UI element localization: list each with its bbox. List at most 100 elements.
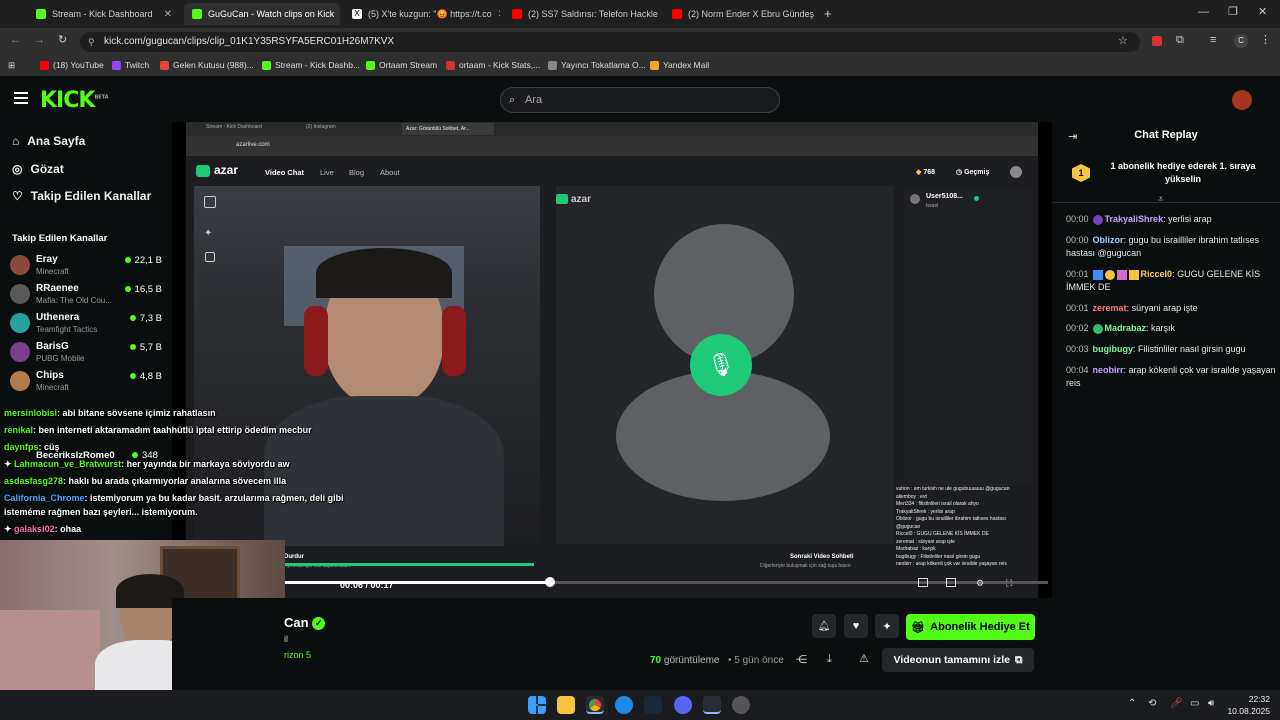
clip-video-player[interactable]: Stream - Kick Dashboard (2) Instagram Az… [172, 122, 1052, 598]
browser-tab[interactable]: Stream - Kick Dashboard ✕ [28, 3, 180, 25]
chat-username[interactable]: Oblizor [1093, 235, 1124, 245]
obs-icon[interactable] [703, 696, 721, 714]
close-icon[interactable]: ✕ [164, 9, 172, 20]
watch-full-video-button[interactable]: Videonun tamamını izle ⧉ [882, 648, 1034, 672]
kick-icon [262, 60, 271, 70]
browser-tab[interactable]: (2) SS7 Saldırısı: Telefon Hackle ✕ [504, 3, 660, 25]
azar-icon [196, 164, 210, 177]
inner-url: azarlive.com [236, 142, 270, 148]
channel-title[interactable]: Can ✓ [284, 615, 326, 631]
browser-tab[interactable]: X (5) X'te kuzgun: "😡 https://t.co ✕ [344, 3, 500, 25]
notification-bell-button[interactable]: 🔔︎ [812, 614, 836, 638]
fullscreen-icon[interactable]: ⛶ [1006, 578, 1012, 589]
remote-country: Israel [926, 203, 939, 209]
followed-channel[interactable]: Uthenera Teamfight Tactics 7,3 B [10, 309, 162, 337]
app-icon[interactable] [732, 696, 750, 714]
steam-icon[interactable] [644, 696, 662, 714]
reload-icon[interactable]: ↻ [58, 33, 67, 46]
pip-icon[interactable] [946, 578, 956, 587]
apps-grid-icon[interactable]: ⊞ [8, 60, 15, 71]
expand-leaderboard-icon[interactable]: ⩡ [1158, 194, 1164, 205]
badge-icon [1104, 269, 1115, 280]
extension-icon[interactable] [1152, 36, 1162, 46]
stats-icon [446, 60, 455, 70]
badge-icon [1092, 214, 1103, 225]
maximize-icon[interactable]: ❐ [1228, 5, 1238, 18]
settings-gear-icon[interactable]: ⚙ [976, 578, 984, 589]
overlay-chat-line: ✦ galaksi02: ohaa [4, 524, 82, 534]
followed-channel[interactable]: RRaenee Mafia: The Old Cou... 16,5 B [10, 280, 162, 308]
clip-add-button[interactable]: ✦ [875, 614, 899, 638]
tray-app-icon[interactable]: ⟲ [1148, 698, 1156, 709]
theater-mode-icon[interactable] [918, 578, 928, 587]
follow-heart-button[interactable]: ♥ [844, 614, 868, 638]
user-avatar[interactable] [1232, 90, 1252, 110]
bookmark-kick-dashboard[interactable]: Stream - Kick Dashb... [262, 60, 360, 70]
seek-bar[interactable] [282, 577, 1048, 587]
chat-username[interactable]: bugibugy [1093, 344, 1134, 354]
gift-subscription-button[interactable]: 🎁︎ Abonelik Hediye Et [906, 614, 1035, 640]
microphone-tray-icon[interactable]: 🎤︎ [1170, 698, 1183, 709]
chat-username[interactable]: Riccel0 [1141, 269, 1173, 279]
browser-tab-active[interactable]: GuGuCan - Watch clips on Kick ✕ [184, 3, 340, 25]
site-info-icon[interactable]: ⚲ [88, 32, 95, 52]
tray-chevron-icon[interactable]: ⌃ [1128, 698, 1136, 709]
bookmark-star-icon[interactable]: ☆ [1118, 34, 1128, 47]
hamburger-menu-icon[interactable] [14, 92, 28, 104]
bookmark-twitch[interactable]: Twitch [112, 60, 149, 70]
clock[interactable]: 22:32 10.08.2025 [1226, 693, 1270, 717]
chat-username[interactable]: neobirr [1093, 365, 1124, 375]
share-icon[interactable]: ⋲ [796, 653, 807, 666]
chrome-icon[interactable] [586, 696, 604, 714]
extensions-puzzle-icon[interactable]: ⧉ [1176, 34, 1184, 47]
media-queue-icon[interactable]: ≡ [1210, 34, 1216, 46]
chat-username[interactable]: TrakyaliShrek [1105, 214, 1164, 224]
browser-tab[interactable]: (2) Norm Ender X Ebru Gündeş ✕ [664, 3, 816, 25]
followed-channel[interactable]: Eray Minecraft 22,1 B [10, 251, 162, 279]
close-window-icon[interactable]: ✕ [1258, 5, 1267, 18]
kick-logo[interactable]: KICKBETA [40, 88, 109, 113]
search-input[interactable]: ⌕ Ara [500, 87, 780, 113]
url-text: kick.com/gugucan/clips/clip_01K1Y35RSYFA… [104, 36, 395, 47]
category-link[interactable]: rizon 5 [284, 650, 311, 660]
discord-icon[interactable] [674, 696, 692, 714]
nav-following[interactable]: ♡ Takip Edilen Kanallar [12, 189, 151, 203]
azar-nav-item: Video Chat [265, 168, 305, 177]
bookmark-ortaam-stream[interactable]: Ortaam Stream [366, 60, 437, 70]
close-icon[interactable]: ✕ [498, 9, 500, 20]
report-icon[interactable]: ⚠ [859, 652, 869, 665]
volume-icon[interactable]: 🔊︎ [1208, 698, 1214, 709]
bookmark-youtube[interactable]: (18) YouTube [40, 60, 104, 70]
edge-icon[interactable] [615, 696, 633, 714]
followed-channel[interactable]: Chips Minecraft 4,8 B [10, 367, 162, 395]
bookmark-yandex-mail[interactable]: Yandex Mail [650, 60, 709, 70]
bookmark-gmail[interactable]: Gelen Kutusu (988)... [160, 60, 254, 70]
remote-video-feed: azar 🎙 [556, 186, 894, 544]
bookmark-tokatlama[interactable]: Yayıncı Tokatlama O... [548, 60, 646, 70]
chat-timestamp: 00:02 [1066, 323, 1089, 333]
nav-home[interactable]: ⌂ Ana Sayfa [12, 134, 85, 148]
viewer-count: 22,1 B [125, 255, 162, 266]
forward-icon[interactable]: → [34, 34, 45, 46]
profile-avatar[interactable]: C [1234, 34, 1248, 48]
new-tab-icon[interactable]: + [824, 6, 832, 21]
windows-start-icon[interactable] [528, 696, 546, 714]
search-placeholder: Ara [525, 94, 543, 106]
bookmark-kick-stats[interactable]: ortaam - Kick Stats,... [446, 60, 540, 70]
chat-username[interactable]: zeremat [1093, 303, 1127, 313]
azar-progress [284, 563, 534, 566]
download-icon[interactable]: ⤓ [827, 653, 832, 666]
minimize-icon[interactable]: — [1198, 6, 1209, 18]
avatar [10, 284, 30, 304]
chat-username[interactable]: Madrabaz [1105, 323, 1147, 333]
channel-name: Eray [36, 254, 58, 265]
nav-browse[interactable]: ◎ Gözat [12, 162, 64, 176]
overlay-text: : ohaa [54, 524, 82, 534]
url-input[interactable]: ⚲ kick.com/gugucan/clips/clip_01K1Y35RSY… [80, 32, 1140, 52]
followed-channel[interactable]: BarisG PUBG Mobile 5,7 B [10, 338, 162, 366]
display-icon[interactable]: ▭ [1190, 698, 1199, 709]
back-icon[interactable]: ← [10, 34, 21, 46]
file-explorer-icon[interactable] [557, 696, 575, 714]
menu-kebab-icon[interactable]: ⋮ [1260, 33, 1271, 46]
headphone-icon [304, 306, 328, 376]
